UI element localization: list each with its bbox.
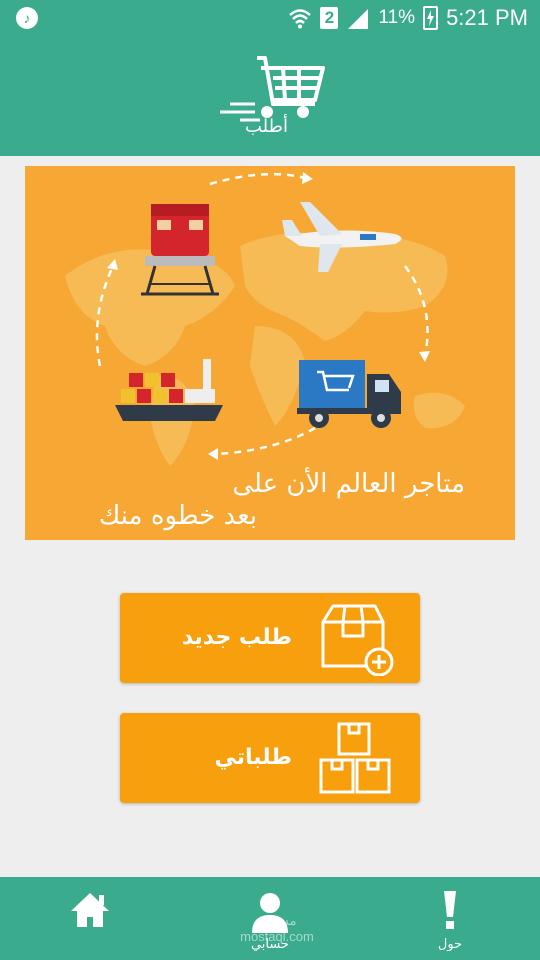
my-orders-button[interactable]: طلباتي [120,713,420,803]
nav-about-label: حول [437,937,463,952]
box-add-icon [321,604,394,676]
my-orders-label: طلباتي [214,745,292,770]
status-indicators: 2 11% 5:21 PM [288,4,528,32]
bottom-nav: مستقل mostaql.com حسابي حول [0,877,540,960]
battery-percent: 11% [378,7,416,28]
home-icon [71,893,109,927]
banner-headline: متاجر العالم الأن على [232,469,465,499]
signal-icon [348,9,369,29]
wifi-icon [289,9,312,29]
train-icon [141,204,219,296]
airplane-icon [282,202,402,272]
battery-charging-icon [423,6,439,30]
music-note-icon: ♪ [16,7,38,29]
new-order-button[interactable]: طلب جديد [120,593,420,683]
nav-home[interactable] [60,877,120,960]
app-header: أطلب [0,36,540,156]
app-logo-text: أطلب [245,116,288,137]
boxes-icon [319,722,391,794]
banner-subline: بعد خطوه منك [98,501,257,531]
new-order-label: طلب جديد [181,625,292,650]
promo-banner: متاجر العالم الأن على بعد خطوه منك [25,166,515,540]
sim-slot-badge: 2 [320,7,339,29]
clock: 5:21 PM [446,5,528,30]
nav-account[interactable]: مستقل mostaql.com حسابي [220,877,320,960]
status-bar: ♪ 2 11% 5:21 PM [0,0,540,36]
nav-account-label: حسابي [250,937,290,952]
ship-icon [115,359,223,421]
nav-about[interactable]: حول [420,877,480,960]
truck-icon [297,360,401,428]
exclamation-icon [444,891,456,929]
